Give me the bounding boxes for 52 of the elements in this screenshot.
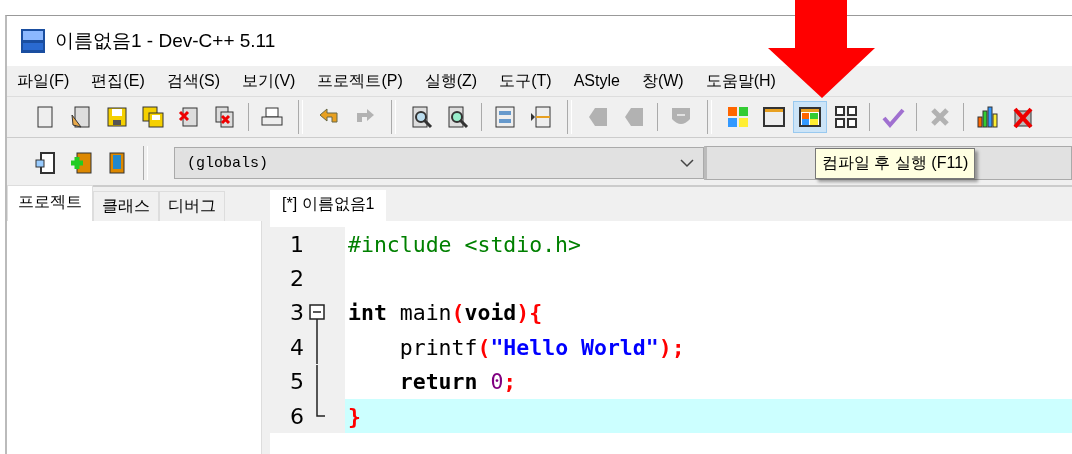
open-file-icon bbox=[69, 105, 93, 129]
panel-tab[interactable]: 프로젝트 bbox=[7, 185, 93, 221]
arrow-shape-icon bbox=[586, 105, 610, 129]
menu-item[interactable]: 프로젝트(P) bbox=[317, 70, 403, 92]
code-editor[interactable]: 1 #include <stdio.h> 2 3 int main(void){ 4 printf("Hello World"); 5 return 0; 6 } bbox=[270, 221, 1072, 454]
panel-tab[interactable]: 디버그 bbox=[159, 191, 225, 221]
toolbar-button[interactable] bbox=[793, 101, 827, 133]
insert-line-icon bbox=[529, 105, 553, 129]
colored-window-icon bbox=[798, 105, 822, 129]
search-icon bbox=[410, 105, 434, 129]
grid-icon bbox=[834, 105, 858, 129]
printer-icon bbox=[260, 105, 284, 129]
tooltip: 컴파일 후 실행 (F11) bbox=[815, 148, 976, 179]
menu-item[interactable]: 실행(Z) bbox=[424, 70, 478, 92]
line-number: 5 bbox=[289, 369, 304, 395]
colored-grid-icon bbox=[726, 105, 750, 129]
menu-item[interactable]: AStyle bbox=[573, 72, 620, 90]
bar-chart-icon bbox=[975, 105, 999, 129]
chevron-down-icon bbox=[679, 158, 695, 168]
code-line: return 0; bbox=[398, 369, 517, 395]
app-logo-icon bbox=[21, 29, 45, 53]
menu-item[interactable]: 편집(E) bbox=[91, 70, 145, 92]
floppy-disks-icon bbox=[141, 105, 165, 129]
menu-item[interactable]: 도구(T) bbox=[499, 70, 552, 92]
panel-tab[interactable]: 클래스 bbox=[93, 191, 159, 221]
code-line: } bbox=[348, 403, 361, 429]
box-cross-icon bbox=[1011, 105, 1035, 129]
scope-dropdown[interactable]: (globals) bbox=[174, 147, 704, 179]
page-icon bbox=[33, 151, 57, 175]
editor-tab[interactable]: [*] 이름없음1 bbox=[270, 190, 387, 221]
menu-item[interactable]: 검색(S) bbox=[166, 70, 221, 92]
line-number: 3 bbox=[289, 300, 304, 326]
menu-item[interactable]: 창(W) bbox=[641, 70, 684, 92]
page-cross-icon bbox=[177, 105, 201, 129]
pages-cross-icon bbox=[213, 105, 237, 129]
menu-item[interactable]: 보기(V) bbox=[242, 70, 296, 92]
window-icon bbox=[762, 105, 786, 129]
window-title: 이름없음1 - Dev-C++ 5.11 bbox=[55, 29, 276, 53]
menu-item[interactable]: 파일(F) bbox=[17, 70, 70, 92]
fold-end-icon bbox=[316, 398, 325, 417]
line-number: 6 bbox=[289, 403, 304, 429]
panel-icon bbox=[493, 105, 517, 129]
plus-book-icon bbox=[69, 151, 93, 175]
code-line: int main(void){ bbox=[348, 300, 543, 326]
code-line: #include <stdio.h> bbox=[348, 231, 581, 257]
line-number: 1 bbox=[289, 231, 304, 257]
magnifier-page-icon bbox=[446, 105, 470, 129]
line-number: 2 bbox=[289, 266, 304, 292]
arrow-shape-icon bbox=[622, 105, 646, 129]
code-line: printf("Hello World"); bbox=[398, 334, 685, 360]
line-number: 4 bbox=[289, 334, 304, 360]
menu-item[interactable]: 도움말(H) bbox=[705, 70, 776, 92]
